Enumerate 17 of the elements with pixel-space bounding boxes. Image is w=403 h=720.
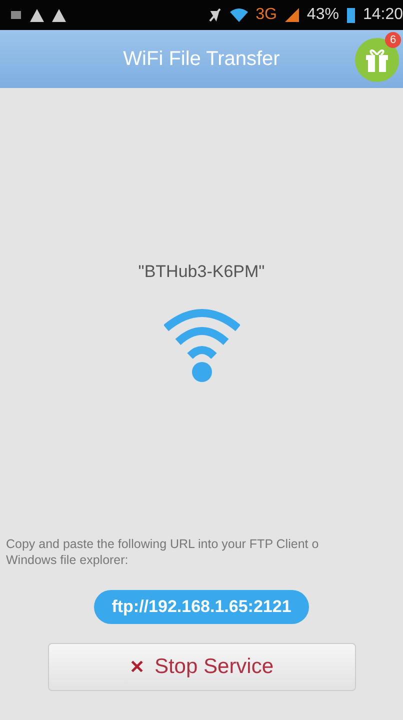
instructions-text: Copy and paste the following URL into your FTP Client o Windows file explorer: — [5, 536, 320, 568]
wifi-icon — [230, 8, 248, 22]
network-type: 3G — [256, 6, 277, 24]
network-name: "BTHub3-K6PM" — [138, 262, 265, 282]
ftp-url: ftp://192.168.1.65:2121 — [94, 590, 310, 624]
notification-icon — [10, 10, 22, 20]
signal-icon — [284, 8, 299, 22]
stop-service-button[interactable]: ✕ Stop Service — [48, 643, 356, 691]
gift-icon — [364, 47, 390, 73]
warning-icon — [30, 8, 44, 22]
wifi-icon — [164, 306, 240, 382]
battery-percent: 43% — [306, 6, 339, 24]
notification-badge: 6 — [385, 32, 401, 48]
battery-icon — [346, 7, 355, 23]
warning-icon — [52, 8, 66, 22]
clock: 14:20 — [362, 6, 403, 24]
app-title: WiFi File Transfer — [123, 48, 280, 70]
